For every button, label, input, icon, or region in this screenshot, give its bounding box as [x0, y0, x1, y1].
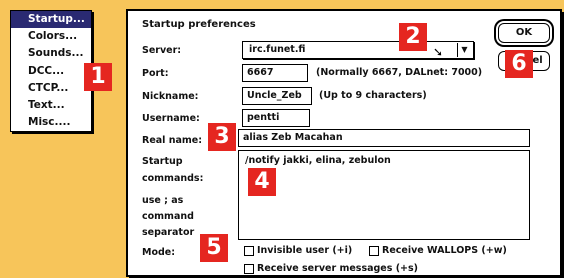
startup-commands-value: /notify jakki, elina, zebulon: [245, 155, 391, 166]
separator-note-line3: separator: [142, 227, 195, 238]
callout-badge-6: 6: [505, 50, 533, 78]
callout-badge-1: 1: [84, 63, 112, 91]
invisible-user-label: Invisible user (+i): [257, 245, 353, 256]
preferences-menu: Startup... Colors... Sounds... DCC... CT…: [10, 10, 92, 132]
port-hint: (Normally 6667, DALnet: 7000): [316, 67, 483, 78]
realname-label: Real name:: [142, 135, 203, 146]
separator-note-line1: use ; as: [142, 195, 184, 206]
username-field[interactable]: pentti: [242, 109, 310, 127]
receive-wallops-label: Receive WALLOPS (+w): [382, 245, 507, 256]
separator-note: use ; as command separator: [142, 194, 194, 239]
ok-button[interactable]: OK: [498, 23, 550, 43]
nickname-field[interactable]: Uncle_Zeb: [242, 87, 312, 105]
receive-wallops-checkbox[interactable]: Receive WALLOPS (+w): [369, 245, 507, 256]
nickname-hint: (Up to 9 characters): [319, 90, 427, 101]
receive-server-messages-label: Receive server messages (+s): [257, 263, 419, 274]
menu-item-misc[interactable]: Misc....: [11, 114, 91, 131]
menu-item-startup[interactable]: Startup...: [11, 11, 91, 29]
startup-label-line1: Startup: [142, 156, 183, 167]
checkbox-box[interactable]: [369, 245, 379, 256]
startup-preferences-dialog: Startup preferences Server: irc.funet.fi…: [126, 9, 562, 277]
nickname-label: Nickname:: [142, 91, 199, 102]
mode-label: Mode:: [142, 247, 176, 258]
startup-commands-textarea[interactable]: /notify jakki, elina, zebulon: [238, 150, 530, 240]
dialog-title: Startup preferences: [142, 19, 256, 30]
username-label: Username:: [142, 113, 200, 124]
mouse-pointer-icon: ➘: [433, 45, 444, 59]
startup-label-line2: commands:: [142, 173, 204, 184]
menu-item-sounds[interactable]: Sounds...: [11, 45, 91, 62]
checkbox-box[interactable]: [244, 263, 254, 274]
receive-server-messages-checkbox[interactable]: Receive server messages (+s): [244, 263, 418, 274]
callout-badge-3: 3: [208, 123, 236, 151]
invisible-user-checkbox[interactable]: Invisible user (+i): [244, 245, 352, 256]
server-value: irc.funet.fi: [249, 44, 306, 55]
realname-field[interactable]: alias Zeb Macahan: [238, 129, 530, 147]
server-label: Server:: [142, 45, 182, 56]
menu-item-text[interactable]: Text...: [11, 97, 91, 114]
callout-badge-4: 4: [248, 168, 276, 196]
callout-badge-2: 2: [399, 23, 427, 51]
port-label: Port:: [142, 68, 169, 79]
dropdown-arrow-icon[interactable]: ▼: [457, 43, 471, 57]
separator-note-line2: command: [142, 211, 194, 222]
checkbox-box[interactable]: [244, 245, 254, 256]
menu-item-dcc[interactable]: DCC...: [11, 63, 91, 80]
menu-item-ctcp[interactable]: CTCP...: [11, 80, 91, 97]
port-field[interactable]: 6667: [242, 64, 308, 82]
menu-item-colors[interactable]: Colors...: [11, 28, 91, 45]
startup-commands-label: Startup commands:: [142, 155, 203, 185]
callout-badge-5: 5: [200, 234, 228, 262]
